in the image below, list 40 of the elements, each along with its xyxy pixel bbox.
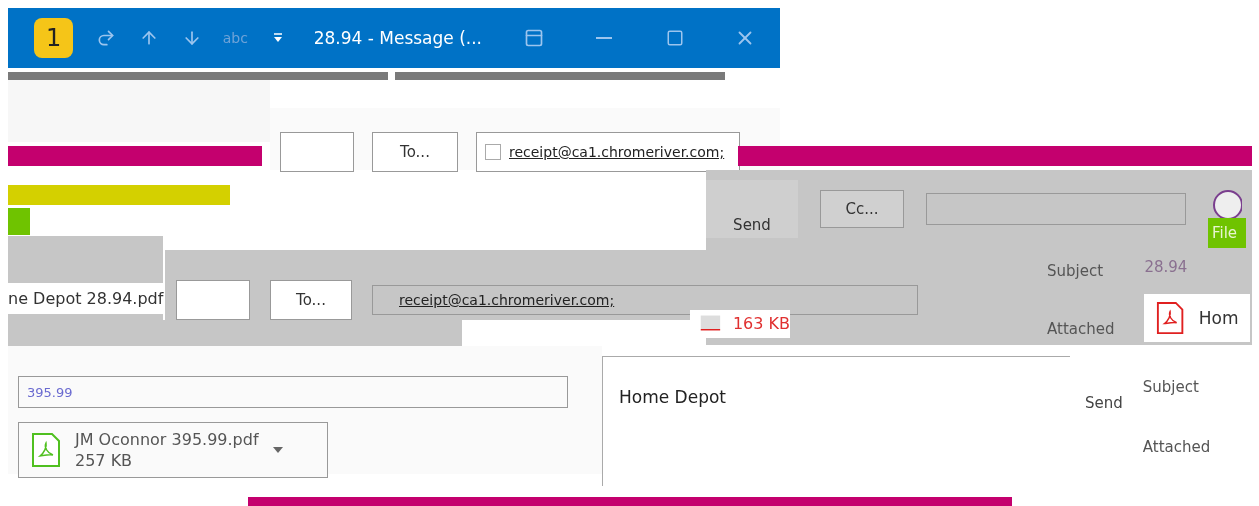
blank-button[interactable]: [280, 132, 354, 172]
recipient-link[interactable]: receipt@ca1.chromeriver.com;: [509, 144, 725, 160]
attachment-card[interactable]: JM Oconnor 395.99.pdf 257 KB: [18, 422, 328, 478]
send-button[interactable]: Send: [706, 180, 798, 238]
customize-dropdown-icon: [273, 33, 284, 43]
cc-field[interactable]: [926, 193, 1186, 225]
attached-label: Attached: [1142, 438, 1211, 456]
subject-field[interactable]: 395.99: [18, 376, 568, 408]
attachment-card[interactable]: Hom: [1144, 294, 1251, 342]
caret-icon: [272, 447, 283, 453]
pdf-file-icon: [1156, 300, 1185, 336]
message-body: Home Depot: [619, 387, 726, 407]
attachment-name: JM Oconnor 395.99.pdf: [75, 430, 259, 449]
blank-button[interactable]: [176, 280, 250, 320]
subject-value: 28.94: [1144, 258, 1189, 276]
subject-label: Subject: [1142, 378, 1200, 396]
to-button[interactable]: To...: [270, 280, 352, 320]
redo-icon: [96, 28, 117, 48]
recipient-field[interactable]: receipt@ca1.chromeriver.com;: [372, 285, 918, 315]
attachment-size: 257 KB: [75, 451, 134, 470]
attachment-name: ne Depot 28.94.pdf: [8, 283, 163, 314]
pdf-file-icon: [31, 432, 61, 468]
window-title: 28.94 - Message (...: [313, 28, 483, 48]
subject-label: Subject: [1047, 262, 1105, 280]
maximize-icon: [665, 29, 684, 47]
subject-value: 395.99: [27, 384, 73, 400]
attachment-name: Hom: [1198, 308, 1239, 328]
cc-button[interactable]: Cc...: [820, 190, 904, 228]
attachment-size: 163 KB: [732, 313, 790, 333]
attached-label: Attached: [1047, 320, 1115, 338]
checkbox[interactable]: [485, 144, 501, 160]
ribbon-display-icon: [524, 28, 545, 48]
key-tip-badge: 1: [34, 18, 74, 58]
send-button[interactable]: Send: [1085, 394, 1123, 412]
to-button[interactable]: To...: [372, 132, 458, 172]
attachment-card[interactable]: 163 KB: [690, 310, 790, 338]
recipient-field[interactable]: receipt@ca1.chromeriver.com;: [476, 132, 740, 172]
file-tab-strip: [8, 208, 30, 235]
minimize-icon: [596, 37, 613, 39]
recipient-link[interactable]: receipt@ca1.chromeriver.com;: [399, 292, 615, 308]
